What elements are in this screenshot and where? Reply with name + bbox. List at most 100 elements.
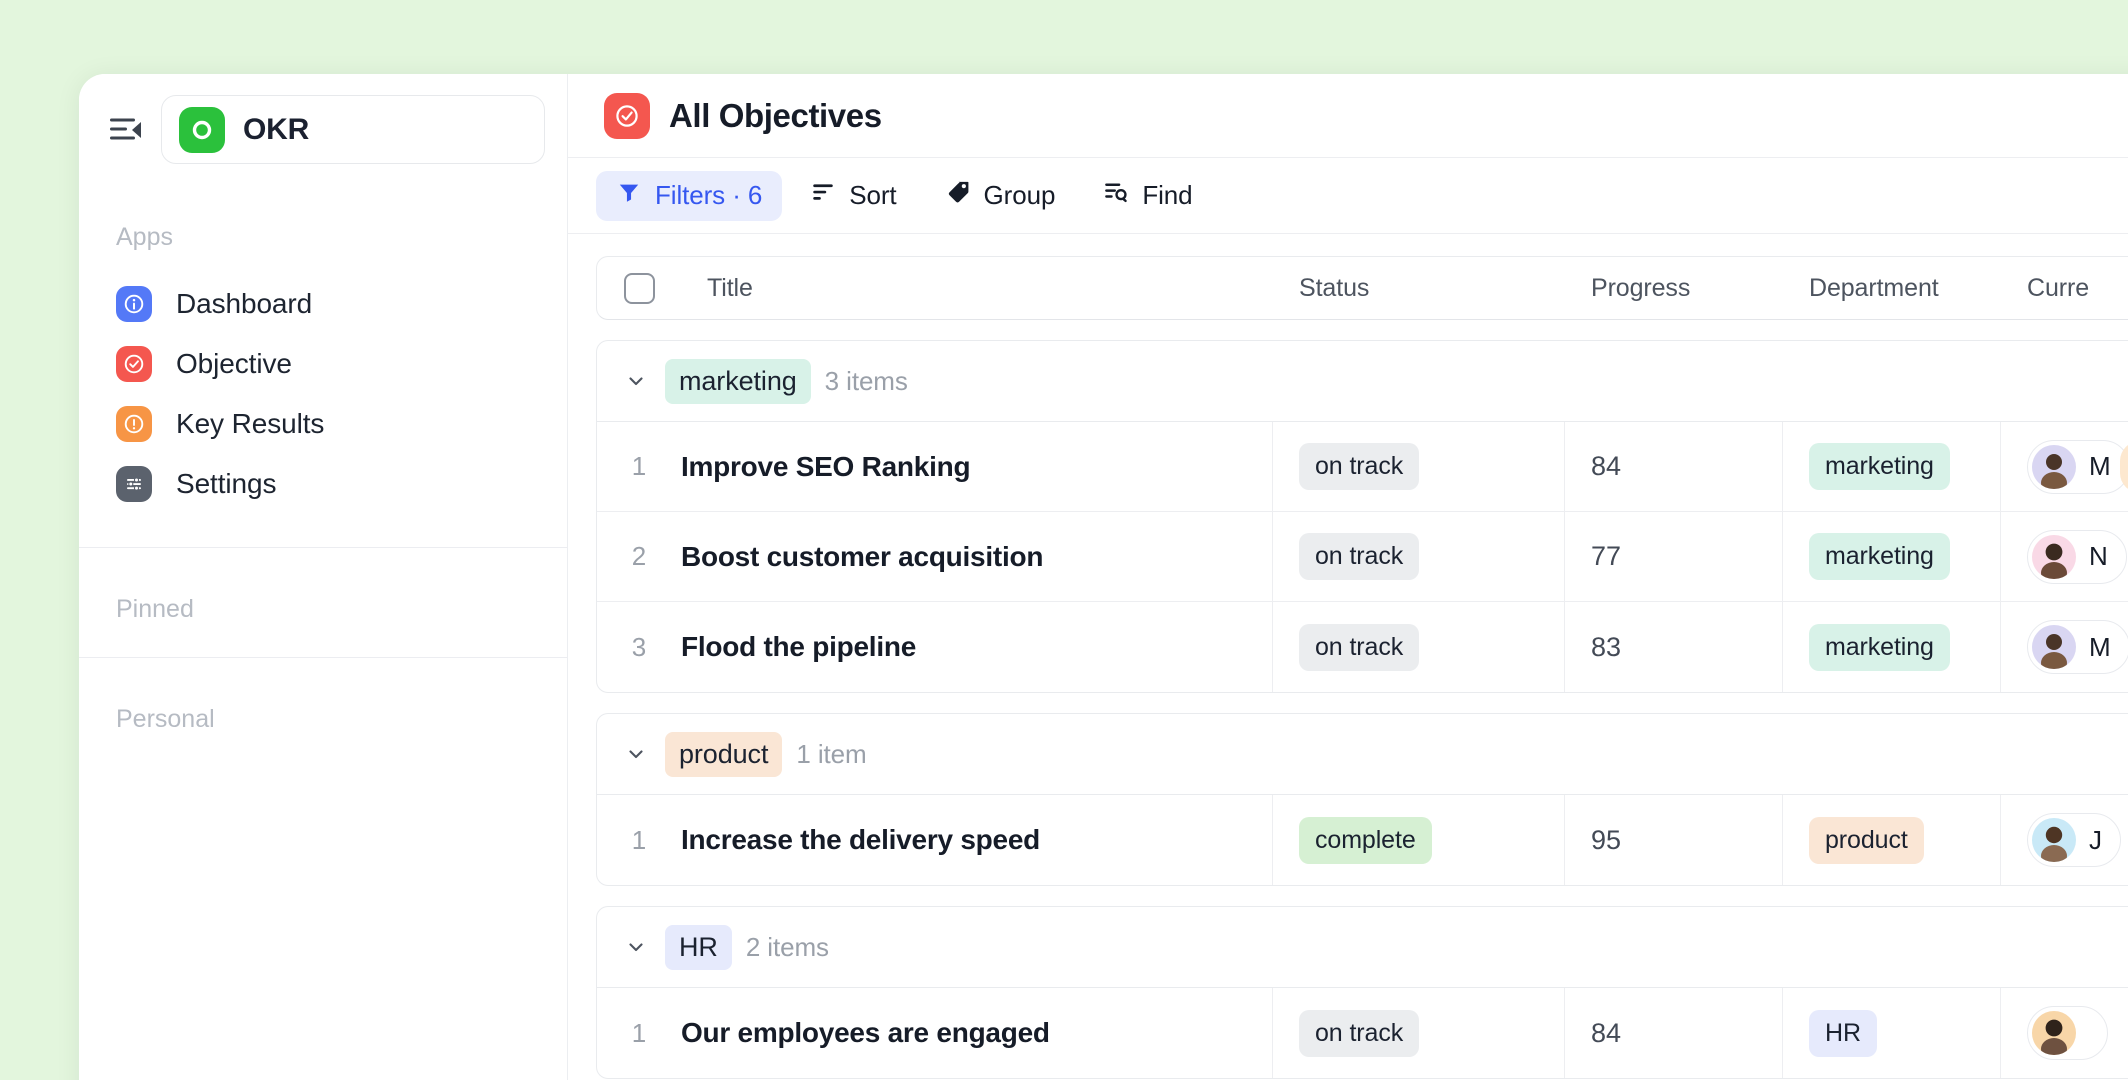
sidebar-item-label: Settings	[176, 468, 277, 499]
table-group-marketing: marketing 3 items 1 Improve SEO Ranking …	[596, 340, 2128, 693]
table-group-product: product 1 item 1 Increase the delivery s…	[596, 713, 2128, 886]
exclamation-circle-icon	[116, 406, 152, 442]
row-title: Improve SEO Ranking	[681, 450, 971, 482]
workspace-search-input[interactable]: OKR	[161, 95, 545, 164]
chevron-down-icon[interactable]	[621, 739, 651, 769]
row-title: Boost customer acquisition	[681, 540, 1044, 572]
group-tag: marketing	[665, 358, 811, 404]
group-header[interactable]: marketing 3 items	[597, 341, 2128, 422]
status-badge: on track	[1299, 1009, 1420, 1057]
status-badge: on track	[1299, 533, 1420, 580]
avatar	[2032, 1011, 2076, 1055]
table-row[interactable]: 2 Boost customer acquisition on track 77…	[597, 512, 2128, 602]
owner-name: N	[2089, 541, 2108, 571]
page-header: All Objectives	[568, 74, 2128, 158]
owner-chip[interactable]: M	[2027, 439, 2128, 494]
check-circle-icon	[116, 346, 152, 382]
owner-chip[interactable]: N	[2027, 529, 2127, 584]
select-all-checkbox[interactable]	[623, 272, 655, 304]
find-button-label: Find	[1142, 180, 1193, 210]
app-window: OKR Apps Dashboard Objective Key Results…	[79, 74, 2128, 1080]
find-button[interactable]: Find	[1083, 171, 1212, 221]
sidebar-item-objective[interactable]: Objective	[79, 334, 567, 394]
sidebar-divider-2	[79, 657, 567, 658]
app-root: OKR Apps Dashboard Objective Key Results…	[0, 0, 2128, 1080]
page-title: All Objectives	[669, 96, 882, 134]
sidebar-section-personal-label: Personal	[116, 705, 215, 733]
group-tag: HR	[665, 924, 732, 970]
workspace-name: OKR	[243, 112, 310, 146]
column-header-current-owner[interactable]: Curre	[2001, 274, 2128, 303]
sidebar-item-label: Key Results	[176, 408, 325, 439]
objectives-table: Title Status Progress Department Curre m…	[568, 234, 2128, 1080]
progress-value: 83	[1591, 631, 1622, 662]
filter-icon	[616, 179, 642, 212]
sidebar-item-label: Objective	[176, 348, 292, 379]
department-badge: HR	[1809, 1009, 1877, 1057]
sidebar-item-settings[interactable]: Settings	[79, 454, 567, 514]
progress-value: 77	[1591, 541, 1622, 571]
sort-button-label: Sort	[849, 180, 897, 210]
group-count: 3 items	[824, 365, 908, 396]
owner-cell[interactable]: J	[2001, 795, 2128, 885]
group-count: 1 item	[796, 738, 867, 769]
row-index: 1	[631, 824, 647, 855]
chevron-down-icon[interactable]	[621, 932, 651, 962]
sidebar-section-apps-label: Apps	[116, 223, 173, 251]
status-badge: on track	[1299, 623, 1420, 671]
table-header-row: Title Status Progress Department Curre	[596, 256, 2128, 320]
owner-chip[interactable]: M	[2027, 620, 2128, 674]
owner-chip[interactable]	[2027, 1006, 2108, 1060]
column-header-department[interactable]: Department	[1783, 274, 2001, 303]
owner-name: J	[2089, 824, 2102, 855]
sort-button[interactable]: Sort	[790, 171, 916, 221]
owner-cell[interactable]: M	[2001, 422, 2128, 511]
filters-button-label: Filters · 6	[655, 180, 763, 210]
group-tag: product	[665, 731, 783, 777]
table-row[interactable]: 1 Our employees are engaged on track 84 …	[597, 988, 2128, 1078]
row-title: Increase the delivery speed	[681, 824, 1040, 855]
sort-icon	[810, 179, 836, 212]
owner-name: M	[2089, 631, 2111, 662]
sidebar-divider-1	[79, 547, 567, 548]
sidebar-section-pinned-label: Pinned	[116, 595, 194, 623]
view-toolbar: Filters · 6 Sort Group Find	[568, 158, 2128, 234]
sidebar-item-key-results[interactable]: Key Results	[79, 394, 567, 454]
filters-button[interactable]: Filters · 6	[596, 170, 783, 221]
owner-cell[interactable]	[2001, 988, 2128, 1078]
table-group-hr: HR 2 items 1 Our employees are engaged o…	[596, 906, 2128, 1079]
row-index: 1	[631, 1017, 647, 1048]
group-header[interactable]: product 1 item	[597, 714, 2128, 795]
owner-cell[interactable]: N	[2001, 512, 2128, 601]
group-button[interactable]: Group	[925, 171, 1076, 221]
table-row[interactable]: 1 Increase the delivery speed complete 9…	[597, 795, 2128, 885]
column-header-status[interactable]: Status	[1273, 274, 1565, 303]
group-count: 2 items	[745, 931, 829, 962]
group-header[interactable]: HR 2 items	[597, 907, 2128, 988]
owner-cell[interactable]: M	[2001, 602, 2128, 692]
department-badge: product	[1809, 816, 1924, 864]
row-title: Flood the pipeline	[681, 631, 917, 662]
sidebar-app-list: Dashboard Objective Key Results Settings	[79, 274, 567, 514]
sidebar-top: OKR	[79, 74, 567, 164]
row-title: Our employees are engaged	[681, 1017, 1050, 1048]
table-row[interactable]: 1 Improve SEO Ranking on track 84 market…	[597, 422, 2128, 512]
sidebar-item-dashboard[interactable]: Dashboard	[79, 274, 567, 334]
tag-icon	[945, 179, 971, 212]
check-circle-icon	[604, 92, 650, 139]
sidebar: OKR Apps Dashboard Objective Key Results…	[79, 74, 568, 1080]
find-icon	[1103, 179, 1129, 212]
select-all-cell	[597, 272, 681, 304]
owner-chip[interactable]: J	[2027, 813, 2121, 867]
progress-value: 95	[1591, 824, 1622, 855]
department-badge: marketing	[1809, 533, 1950, 580]
chevron-down-icon[interactable]	[621, 366, 651, 396]
column-header-title[interactable]: Title	[681, 274, 1273, 303]
progress-value: 84	[1591, 451, 1622, 481]
table-row[interactable]: 3 Flood the pipeline on track 83 marketi…	[597, 602, 2128, 692]
column-header-progress[interactable]: Progress	[1565, 274, 1783, 303]
row-index: 2	[631, 541, 647, 571]
sidebar-collapse-icon[interactable]	[107, 111, 145, 149]
info-circle-icon	[116, 286, 152, 322]
avatar	[2032, 444, 2076, 489]
